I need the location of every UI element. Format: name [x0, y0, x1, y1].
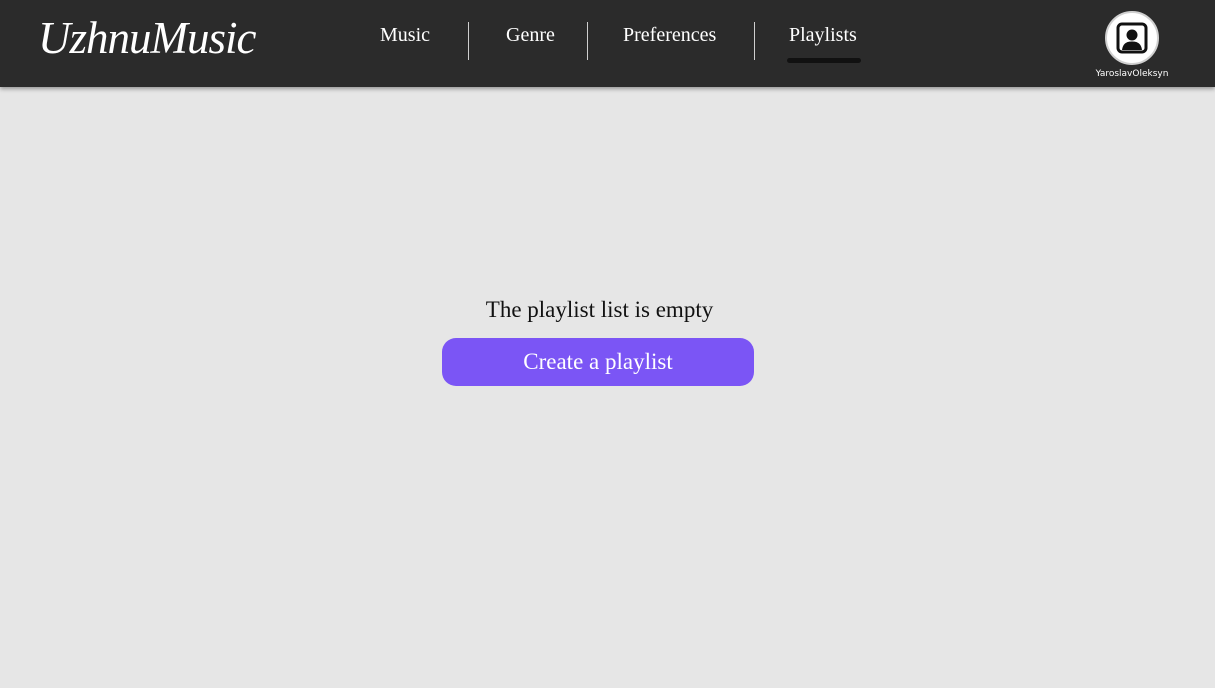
- nav-item-music[interactable]: Music: [380, 24, 430, 47]
- nav-item-genre[interactable]: Genre: [506, 24, 555, 47]
- nav-item-playlists[interactable]: Playlists: [789, 24, 857, 47]
- nav-divider: [468, 22, 469, 60]
- top-navigation-bar: UzhnuMusic Music Genre Preferences Playl…: [0, 0, 1215, 87]
- empty-playlist-message: The playlist list is empty: [485, 297, 714, 322]
- user-portrait-icon: [1116, 22, 1148, 54]
- create-playlist-button[interactable]: Create a playlist: [442, 338, 754, 386]
- user-avatar-button[interactable]: [1105, 11, 1159, 65]
- app-logo[interactable]: UzhnuMusic: [38, 12, 256, 64]
- nav-item-preferences[interactable]: Preferences: [623, 24, 716, 47]
- username-label: YaroslavOleksyn: [1095, 69, 1169, 79]
- nav-divider: [587, 22, 588, 60]
- nav-divider: [754, 22, 755, 60]
- active-tab-indicator: [787, 58, 861, 63]
